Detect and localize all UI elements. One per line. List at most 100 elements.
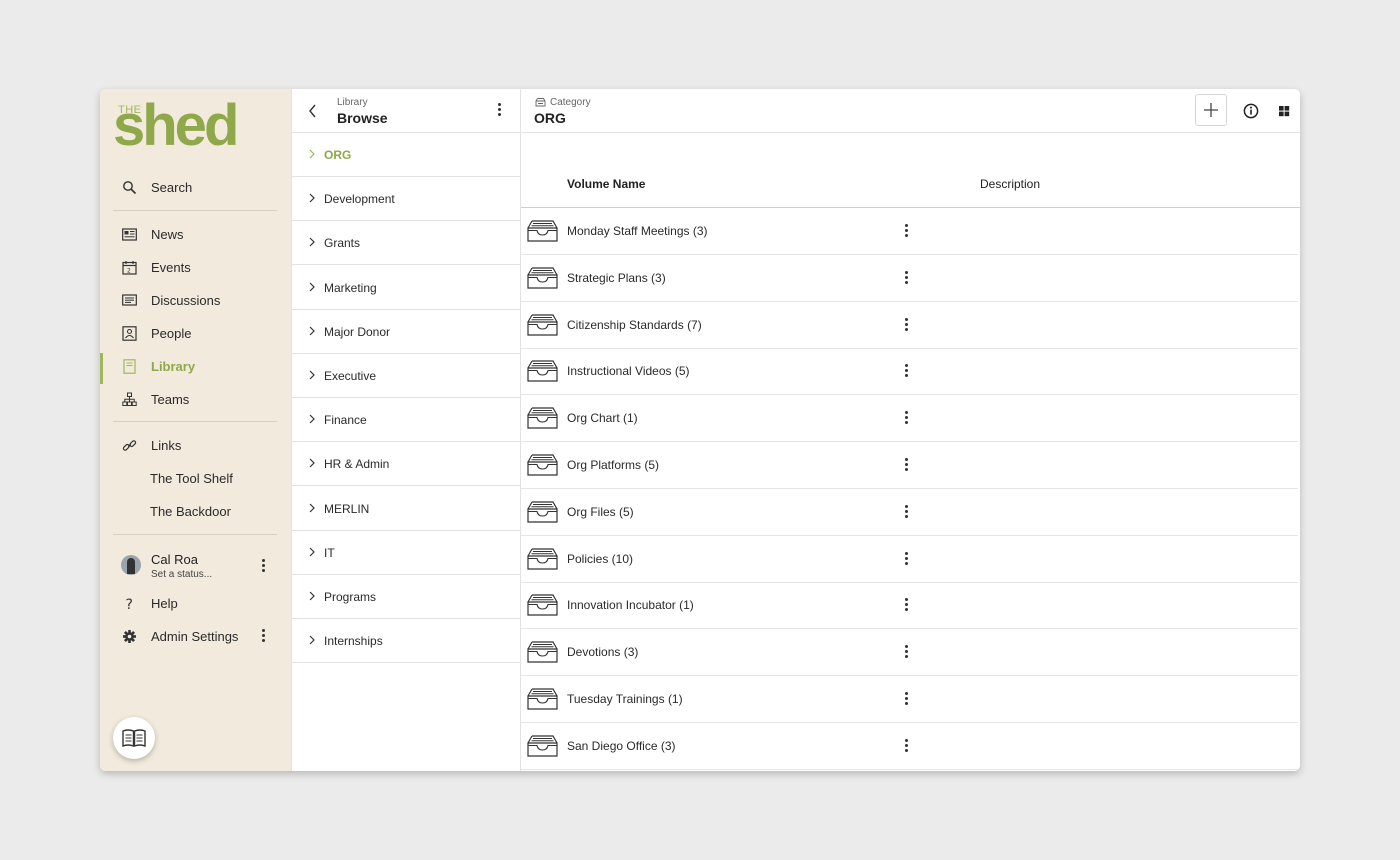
volume-name[interactable]: Monday Staff Meetings (3) [567,224,708,238]
sidebar-item-help[interactable]: ? Help [100,589,291,617]
sidebar-item-label: Library [151,359,196,374]
row-menu-kebab-icon[interactable] [903,364,909,380]
table-row[interactable]: Citizenship Standards (7) [521,302,1298,349]
user-status[interactable]: Set a status... [151,569,212,580]
browse-subtitle: Library [337,97,368,108]
sidebar-item-links[interactable]: Links [100,431,291,459]
chevron-right-icon [309,635,315,645]
table-row[interactable]: Org Platforms (5) [521,442,1298,489]
chevron-right-icon [309,149,315,159]
volume-name[interactable]: Org Chart (1) [567,411,638,425]
sidebar-item-discussions[interactable]: Discussions [100,286,291,314]
chevron-right-icon [309,326,315,336]
category-item[interactable]: Executive [292,354,521,398]
volume-name[interactable]: Org Files (5) [567,505,634,519]
column-header-volume-name[interactable]: Volume Name [567,177,645,191]
sidebar-item-library[interactable]: Library [100,352,291,384]
admin-menu-kebab-icon[interactable] [260,629,266,645]
category-item[interactable]: Finance [292,398,521,443]
volume-tray-icon [527,220,558,242]
category-item[interactable]: MERLIN [292,487,521,531]
question-icon: ? [126,597,133,611]
category-item[interactable]: HR & Admin [292,442,521,487]
volume-tray-icon [527,454,558,476]
table-row[interactable]: Org Chart (1) [521,395,1298,443]
row-menu-kebab-icon[interactable] [903,645,909,661]
table-row[interactable]: Monday Staff Meetings (3) [521,208,1298,255]
category-item[interactable]: Major Donor [292,310,521,354]
user-profile[interactable]: Cal Roa Set a status... [100,547,291,587]
category-item[interactable]: Grants [292,221,521,266]
volume-name[interactable]: Strategic Plans (3) [567,271,666,285]
row-menu-kebab-icon[interactable] [903,504,909,521]
table-row[interactable]: Org Files (5) [521,489,1298,536]
row-menu-kebab-icon[interactable] [903,738,909,755]
volume-name[interactable]: Devotions (3) [567,645,638,659]
table-row[interactable]: Instructional Videos (5) [521,348,1298,396]
category-item[interactable]: Internships [292,619,521,664]
row-menu-kebab-icon[interactable] [903,598,909,614]
category-label: Grants [324,236,361,251]
category-title: ORG [534,110,566,126]
volume-tray-icon [527,313,558,336]
grid-view-button[interactable] [1268,95,1300,127]
info-button[interactable] [1235,95,1267,127]
app-window: THE shed Search News 2 Events Discussion… [100,89,1300,771]
table-row[interactable]: Innovation Incubator (1) [521,582,1298,630]
volume-name[interactable]: San Diego Office (3) [567,739,676,753]
volume-tray-icon [527,501,558,523]
row-menu-kebab-icon[interactable] [903,411,909,427]
shed-logo[interactable]: THE shed [113,97,278,155]
grid-icon [1279,106,1290,117]
user-menu-kebab-icon[interactable] [260,559,266,575]
volume-tray-icon [527,547,558,570]
link-label: The Tool Shelf [150,471,233,486]
add-button[interactable] [1195,94,1227,126]
link-icon [122,440,137,451]
volume-name[interactable]: Tuesday Trainings (1) [567,692,683,706]
sidebar-item-search[interactable]: Search [100,173,291,201]
reading-book-button[interactable] [113,717,155,759]
browse-menu-kebab-icon[interactable] [496,103,502,119]
table-row[interactable]: Strategic Plans (3) [521,255,1298,302]
back-arrow-icon[interactable] [308,104,318,118]
volume-name[interactable]: Citizenship Standards (7) [567,318,702,332]
category-item[interactable]: IT [292,531,521,575]
sidebar-item-news[interactable]: News [100,220,291,248]
sidebar-item-admin-settings[interactable]: Admin Settings [100,622,291,650]
category-label: MERLIN [324,501,370,516]
chevron-right-icon [309,282,315,292]
table-row[interactable]: Devotions (3) [521,629,1298,677]
sidebar: THE shed Search News 2 Events Discussion… [100,89,291,771]
category-item[interactable]: Marketing [292,266,521,310]
sidebar-item-label: Teams [151,392,190,407]
volume-name[interactable]: Instructional Videos (5) [567,364,690,378]
sidebar-item-events[interactable]: 2 Events [100,253,291,281]
sidebar-item-people[interactable]: People [100,319,291,347]
chevron-right-icon [309,547,315,557]
table-row[interactable]: Policies (10) [521,536,1298,583]
row-menu-kebab-icon[interactable] [903,270,909,287]
row-menu-kebab-icon[interactable] [903,317,909,334]
row-menu-kebab-icon[interactable] [903,692,909,708]
divider [113,210,277,211]
table-row[interactable]: Tuesday Trainings (1) [521,676,1298,723]
category-item[interactable]: Programs [292,575,521,619]
table-row[interactable]: San Diego Office (3) [521,723,1298,770]
plus-icon [1204,103,1218,117]
open-book-icon [122,729,146,748]
sidebar-link-tool-shelf[interactable]: The Tool Shelf [100,464,291,492]
category-item[interactable]: ORG [292,133,521,177]
sidebar-item-teams[interactable]: Teams [100,385,291,413]
sidebar-link-backdoor[interactable]: The Backdoor [100,497,291,525]
volume-name[interactable]: Policies (10) [567,552,633,566]
row-menu-kebab-icon[interactable] [903,224,909,240]
category-item[interactable]: Development [292,177,521,222]
main-panel: Category ORG Volume Name Description Mon… [521,89,1300,771]
column-header-description[interactable]: Description [980,177,1040,191]
volume-name[interactable]: Org Platforms (5) [567,458,659,472]
org-chart-icon [122,392,137,406]
volume-name[interactable]: Innovation Incubator (1) [567,598,694,612]
row-menu-kebab-icon[interactable] [903,458,909,474]
row-menu-kebab-icon[interactable] [903,551,909,568]
